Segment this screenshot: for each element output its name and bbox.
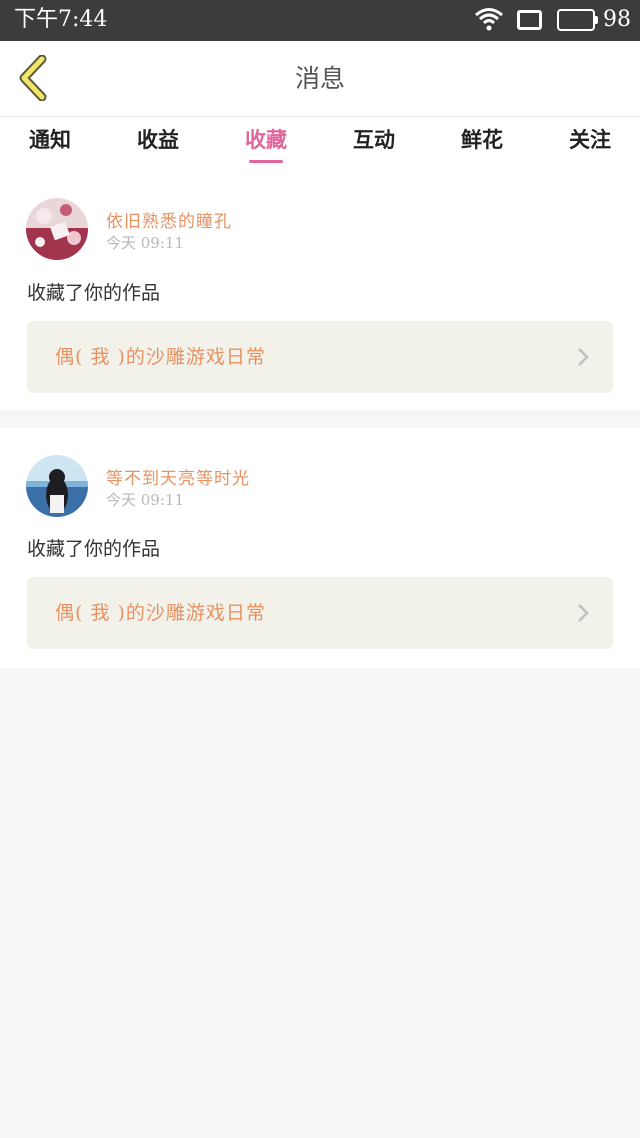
message-time: 今天 09:11 xyxy=(106,491,184,509)
tab-bar: 通知 收益 收藏 互动 鲜花 关注 xyxy=(0,117,640,174)
message-card: 等不到天亮等时光 今天 09:11 收藏了你的作品 偶( 我 )的沙雕游戏日常 xyxy=(0,428,640,668)
work-title: 偶( 我 )的沙雕游戏日常 xyxy=(55,346,266,368)
tab-earnings[interactable]: 收益 xyxy=(104,117,212,174)
tab-label: 鲜花 xyxy=(461,127,503,152)
status-time: 下午7:44 xyxy=(14,7,108,32)
tab-label: 互动 xyxy=(353,127,395,152)
tab-label: 通知 xyxy=(29,127,71,152)
tab-favorites[interactable]: 收藏 xyxy=(212,117,320,174)
page-title: 消息 xyxy=(294,64,345,93)
message-card: 依旧熟悉的瞳孔 今天 09:11 收藏了你的作品 偶( 我 )的沙雕游戏日常 xyxy=(0,174,640,410)
username[interactable]: 等不到天亮等时光 xyxy=(106,464,250,489)
work-link[interactable]: 偶( 我 )的沙雕游戏日常 xyxy=(27,321,613,393)
tab-label: 收益 xyxy=(137,127,179,152)
action-text: 收藏了你的作品 xyxy=(27,538,161,560)
message-time: 今天 09:11 xyxy=(106,234,184,252)
action-text: 收藏了你的作品 xyxy=(27,282,161,304)
tab-flowers[interactable]: 鲜花 xyxy=(428,117,536,174)
tab-label: 关注 xyxy=(569,127,611,152)
battery-icon xyxy=(557,9,598,31)
tab-notification[interactable]: 通知 xyxy=(0,117,104,174)
username[interactable]: 依旧熟悉的瞳孔 xyxy=(106,207,232,232)
wifi-icon xyxy=(474,6,504,36)
screen-icon xyxy=(517,10,542,30)
tab-label: 收藏 xyxy=(245,127,287,152)
status-bar: 下午7:44 98 xyxy=(0,0,640,41)
tab-follow[interactable]: 关注 xyxy=(536,117,640,174)
chevron-right-icon xyxy=(577,347,589,371)
tab-interaction[interactable]: 互动 xyxy=(320,117,428,174)
chevron-right-icon xyxy=(577,603,589,627)
avatar[interactable] xyxy=(26,455,88,517)
work-link[interactable]: 偶( 我 )的沙雕游戏日常 xyxy=(27,577,613,649)
app-header: 消息 xyxy=(0,41,640,117)
work-title: 偶( 我 )的沙雕游戏日常 xyxy=(55,602,266,624)
avatar[interactable] xyxy=(26,198,88,260)
battery-level: 98 xyxy=(603,7,631,32)
active-tab-indicator xyxy=(249,160,283,163)
